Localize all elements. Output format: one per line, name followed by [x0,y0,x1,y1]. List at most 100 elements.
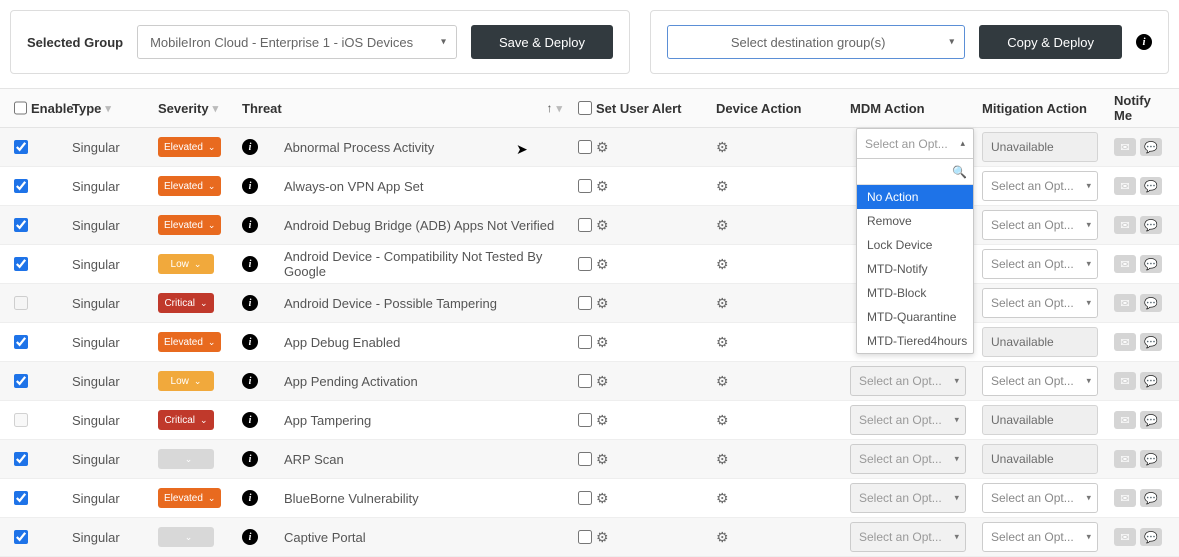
set-user-alert-checkbox[interactable] [578,374,592,388]
gear-icon[interactable]: ⚙ [596,139,609,156]
severity-pill[interactable]: Critical⌄ [158,293,214,313]
enable-checkbox[interactable] [14,530,28,544]
mail-icon[interactable]: ✉ [1114,411,1136,429]
sort-ascending-icon[interactable]: ↑ [546,101,552,115]
mdm-action-select[interactable]: Select an Opt...▾ [850,366,966,396]
mitigation-action-select[interactable]: Select an Opt...▾ [982,249,1098,279]
info-icon[interactable]: i [242,490,258,506]
gear-icon[interactable]: ⚙ [716,256,729,273]
destination-group-select[interactable]: Select destination group(s) ▾ [667,25,965,59]
enable-checkbox[interactable] [14,140,28,154]
severity-pill[interactable]: Elevated⌄ [158,137,221,157]
enable-checkbox[interactable] [14,374,28,388]
mitigation-action-select[interactable]: Select an Opt...▾ [982,171,1098,201]
mdm-dropdown-option[interactable]: Lock Device [857,233,973,257]
mdm-action-select[interactable]: Select an Opt...▾ [850,483,966,513]
set-user-alert-checkbox[interactable] [578,413,592,427]
enable-checkbox[interactable] [14,335,28,349]
gear-icon[interactable]: ⚙ [716,412,729,429]
gear-icon[interactable]: ⚙ [596,373,609,390]
info-icon[interactable]: i [242,334,258,350]
gear-icon[interactable]: ⚙ [716,529,729,546]
mail-icon[interactable]: ✉ [1114,372,1136,390]
mdm-action-select[interactable]: Select an Opt...▾ [850,405,966,435]
gear-icon[interactable]: ⚙ [596,490,609,507]
gear-icon[interactable]: ⚙ [716,373,729,390]
sms-icon[interactable]: 💬 [1140,333,1162,351]
filter-icon[interactable]: ▾ [556,102,562,115]
severity-pill[interactable]: ⌄ [158,449,214,469]
severity-pill[interactable]: Elevated⌄ [158,488,221,508]
mitigation-action-select[interactable]: Select an Opt...▾ [982,288,1098,318]
mdm-dropdown-option[interactable]: MTD-Notify [857,257,973,281]
gear-icon[interactable]: ⚙ [716,139,729,156]
enable-all-checkbox[interactable] [14,101,27,115]
gear-icon[interactable]: ⚙ [596,217,609,234]
mail-icon[interactable]: ✉ [1114,333,1136,351]
mdm-action-dropdown[interactable]: Select an Opt...▴🔍No ActionRemoveLock De… [856,128,974,354]
sms-icon[interactable]: 💬 [1140,528,1162,546]
gear-icon[interactable]: ⚙ [596,256,609,273]
sms-icon[interactable]: 💬 [1140,177,1162,195]
severity-pill[interactable]: Elevated⌄ [158,215,221,235]
set-user-alert-checkbox[interactable] [578,335,592,349]
set-user-alert-checkbox[interactable] [578,452,592,466]
save-deploy-button[interactable]: Save & Deploy [471,25,613,59]
sms-icon[interactable]: 💬 [1140,411,1162,429]
set-user-alert-checkbox[interactable] [578,179,592,193]
gear-icon[interactable]: ⚙ [596,412,609,429]
sms-icon[interactable]: 💬 [1140,489,1162,507]
sms-icon[interactable]: 💬 [1140,138,1162,156]
info-icon[interactable]: i [242,412,258,428]
gear-icon[interactable]: ⚙ [716,295,729,312]
mail-icon[interactable]: ✉ [1114,294,1136,312]
gear-icon[interactable]: ⚙ [596,529,609,546]
set-user-alert-checkbox[interactable] [578,530,592,544]
info-icon[interactable]: i [242,139,258,155]
severity-pill[interactable]: ⌄ [158,527,214,547]
severity-pill[interactable]: Elevated⌄ [158,332,221,352]
enable-checkbox[interactable] [14,491,28,505]
gear-icon[interactable]: ⚙ [716,334,729,351]
info-icon[interactable]: i [242,373,258,389]
set-user-alert-checkbox[interactable] [578,296,592,310]
mitigation-action-select[interactable]: Select an Opt...▾ [982,522,1098,552]
sms-icon[interactable]: 💬 [1140,372,1162,390]
info-icon[interactable]: i [242,178,258,194]
sms-icon[interactable]: 💬 [1140,294,1162,312]
gear-icon[interactable]: ⚙ [596,451,609,468]
mail-icon[interactable]: ✉ [1114,255,1136,273]
severity-pill[interactable]: Elevated⌄ [158,176,221,196]
info-icon[interactable]: i [1136,34,1152,50]
mitigation-action-select[interactable]: Select an Opt...▾ [982,210,1098,240]
mdm-dropdown-option[interactable]: Remove [857,209,973,233]
mdm-action-select[interactable]: Select an Opt...▾ [850,444,966,474]
severity-pill[interactable]: Critical⌄ [158,410,214,430]
sms-icon[interactable]: 💬 [1140,216,1162,234]
gear-icon[interactable]: ⚙ [716,451,729,468]
mitigation-action-select[interactable]: Select an Opt...▾ [982,366,1098,396]
set-user-alert-checkbox[interactable] [578,218,592,232]
mdm-action-select[interactable]: Select an Opt...▾ [850,522,966,552]
gear-icon[interactable]: ⚙ [596,295,609,312]
gear-icon[interactable]: ⚙ [716,217,729,234]
mail-icon[interactable]: ✉ [1114,216,1136,234]
gear-icon[interactable]: ⚙ [716,178,729,195]
gear-icon[interactable]: ⚙ [596,334,609,351]
set-user-alert-checkbox[interactable] [578,257,592,271]
gear-icon[interactable]: ⚙ [596,178,609,195]
sms-icon[interactable]: 💬 [1140,255,1162,273]
info-icon[interactable]: i [242,256,258,272]
mdm-dropdown-option[interactable]: No Action [857,185,973,209]
severity-pill[interactable]: Low⌄ [158,371,214,391]
set-user-alert-checkbox[interactable] [578,140,592,154]
filter-icon[interactable]: ▾ [213,102,219,115]
info-icon[interactable]: i [242,451,258,467]
mdm-dropdown-option[interactable]: MTD-Quarantine [857,305,973,329]
info-icon[interactable]: i [242,529,258,545]
enable-checkbox[interactable] [14,257,28,271]
mdm-dropdown-header[interactable]: Select an Opt...▴ [857,129,973,159]
mdm-dropdown-option[interactable]: MTD-Block [857,281,973,305]
mail-icon[interactable]: ✉ [1114,450,1136,468]
copy-deploy-button[interactable]: Copy & Deploy [979,25,1122,59]
